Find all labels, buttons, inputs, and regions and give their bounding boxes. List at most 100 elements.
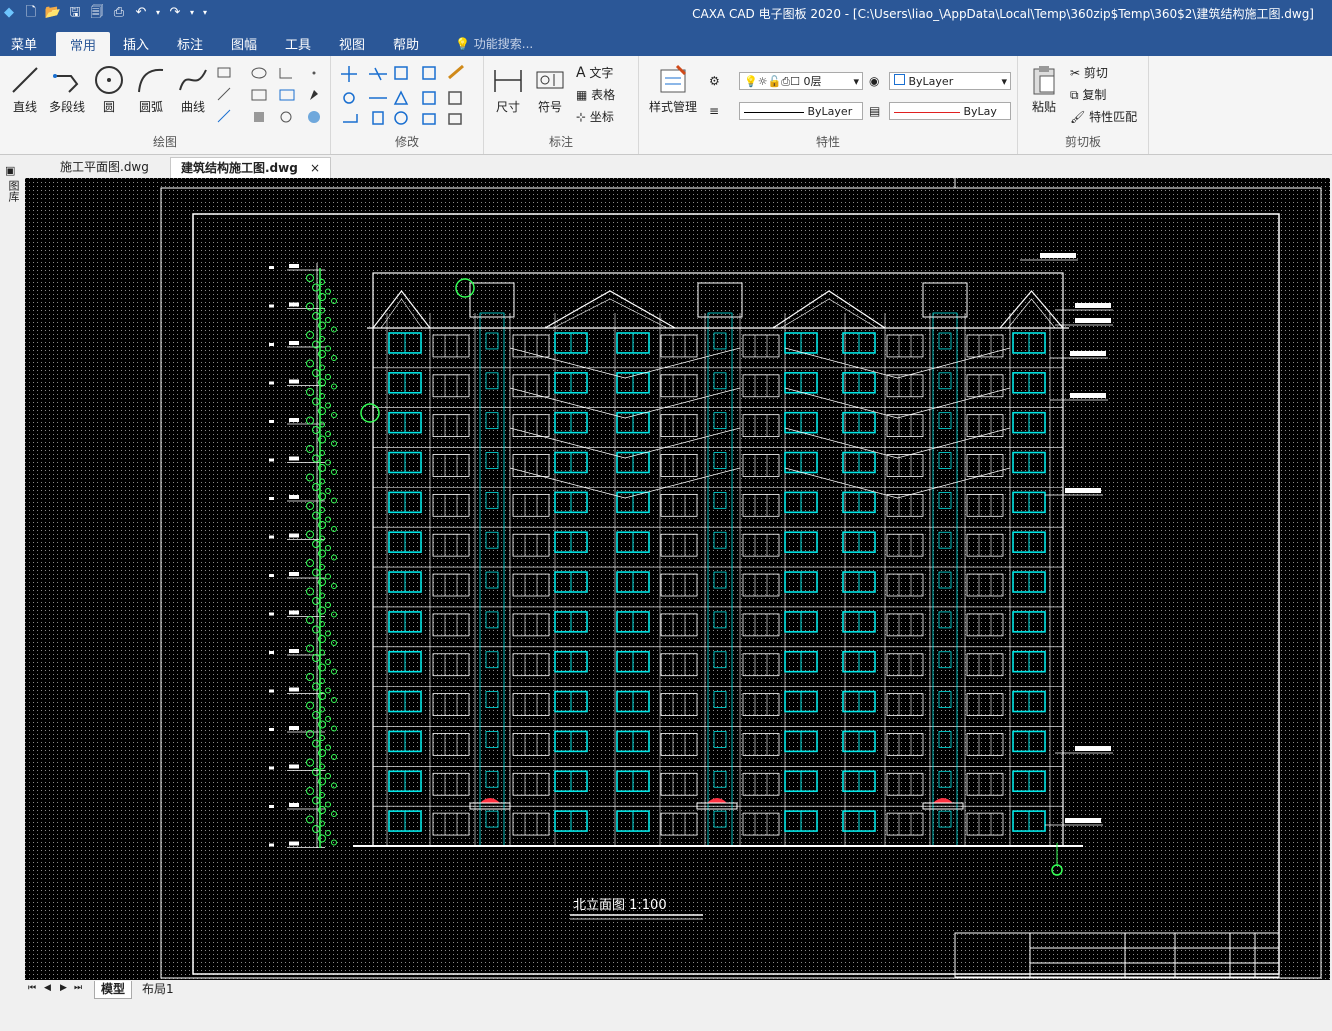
tab-site-plan-label: 施工平面图.dwg <box>60 160 149 174</box>
tab-site-plan[interactable]: 施工平面图.dwg <box>50 157 159 177</box>
app-icon[interactable]: ◆ <box>0 4 18 22</box>
text-button-label: 文字 <box>589 66 614 80</box>
color-value: ByLayer <box>908 75 954 88</box>
properties-group-label: 特性 <box>815 135 840 149</box>
paste-button-label: 粘贴 <box>1031 100 1056 114</box>
level-marker <box>269 343 274 346</box>
color-wheel-icon[interactable]: ◉ <box>869 74 879 88</box>
menu-main[interactable]: 菜单 <box>11 34 37 53</box>
print-icon[interactable]: ⎙ <box>110 4 128 22</box>
cut-button[interactable]: ✂ 剪切 <box>1070 64 1108 81</box>
title-bar: ◆ 🗋 📂 🖫 🗐 ⎙ ↶ ▾ ↷ ▾ ▾ CAXA CAD 电子图板 2020… <box>0 0 1332 28</box>
menu-tab-tools[interactable]: 工具 <box>285 34 311 53</box>
menu-tab-help[interactable]: 帮助 <box>393 34 419 53</box>
leader-label-block <box>1065 488 1101 493</box>
save-icon[interactable]: 🖫 <box>66 4 84 22</box>
linetype-value: ByLayer <box>807 105 853 118</box>
symbol-icon <box>536 71 564 89</box>
undo-dropdown-icon[interactable]: ▾ <box>154 4 162 22</box>
dimension-marker <box>289 456 299 461</box>
first-tab-icon[interactable]: ⏮ <box>28 983 36 993</box>
paste-icon <box>1033 66 1055 95</box>
coordinate-button[interactable]: ⊹ 坐标 <box>576 108 614 125</box>
level-marker <box>269 805 274 808</box>
redo-icon[interactable]: ↷ <box>166 4 184 22</box>
library-strip[interactable]: ▣ 图库 <box>0 160 22 980</box>
dimension-icon <box>494 70 522 92</box>
ribbon-group-modify: 修改 <box>331 56 484 154</box>
customize-qa-icon[interactable]: ▾ <box>200 4 210 22</box>
chevron-down-icon: ▾ <box>853 75 859 88</box>
style-manager-button[interactable]: 样式管理 <box>645 64 701 115</box>
prev-tab-icon[interactable]: ◀ <box>44 983 51 993</box>
menu-tab-view[interactable]: 视图 <box>339 34 365 53</box>
level-marker <box>269 689 274 693</box>
menu-tab-common[interactable]: 常用 <box>56 32 111 58</box>
last-tab-icon[interactable]: ⏭ <box>74 983 82 993</box>
level-marker <box>269 574 274 577</box>
redo-dropdown-icon[interactable]: ▾ <box>188 4 196 22</box>
paste-button[interactable]: 粘贴 <box>1026 64 1062 115</box>
modify-tools[interactable] <box>339 64 479 130</box>
menu-tab-insert[interactable]: 插入 <box>123 34 149 53</box>
copy-button[interactable]: ⧉ 复制 <box>1070 86 1106 103</box>
polyline-button[interactable]: 多段线 <box>46 64 88 115</box>
text-icon: A <box>576 65 586 81</box>
tab-structure-drawing[interactable]: 建筑结构施工图.dwg × <box>170 157 332 178</box>
new-file-icon[interactable]: 🗋 <box>22 4 40 22</box>
line-button[interactable]: 直线 <box>8 64 42 115</box>
style-manager-label: 样式管理 <box>648 100 697 114</box>
layer-select[interactable]: 💡☼🔓⎙☐ 0层 ▾ <box>739 72 863 90</box>
dimension-button[interactable]: 尺寸 <box>490 64 526 115</box>
close-icon[interactable]: × <box>310 161 320 175</box>
curve-icon <box>179 69 207 91</box>
dimension-marker <box>289 379 299 384</box>
tab-layout1[interactable]: 布局1 <box>136 981 180 998</box>
modify-group-label: 修改 <box>394 135 419 149</box>
level-marker <box>269 612 274 616</box>
circle-button[interactable]: 圆 <box>92 64 126 115</box>
linetype-select[interactable]: ByLayer <box>739 102 863 120</box>
tab-model[interactable]: 模型 <box>94 981 133 999</box>
polyline-button-label: 多段线 <box>48 100 85 114</box>
save-all-icon[interactable]: 🗐 <box>88 4 106 22</box>
match-properties-button[interactable]: 🖌 特性匹配 <box>1070 108 1137 125</box>
color-square-icon: ☐ <box>790 75 800 88</box>
symbol-button-label: 符号 <box>537 100 562 114</box>
open-folder-icon[interactable]: 📂 <box>44 4 62 22</box>
menu-tab-sheet[interactable]: 图幅 <box>231 34 257 53</box>
text-button[interactable]: A 文字 <box>576 64 613 81</box>
menu-tab-annotate[interactable]: 标注 <box>177 34 203 53</box>
color-select[interactable]: ByLayer ▾ <box>889 72 1011 90</box>
dimension-marker <box>289 803 299 807</box>
line-sample-icon <box>744 111 804 113</box>
ribbon: 直线 多段线 圆 圆弧 曲线 绘图 修改 尺寸 符号 A 文字 ▦ 表格 ⊹ 坐… <box>0 56 1332 155</box>
ribbon-group-properties: 样式管理 ⚙ 💡☼🔓⎙☐ 0层 ▾ ◉ ByLayer ▾ ≡ ByLayer … <box>639 56 1018 154</box>
library-label: 图库 <box>7 180 20 202</box>
feature-search[interactable]: 💡 功能搜索... <box>455 35 533 52</box>
dimension-marker <box>289 687 299 692</box>
lightbulb-icon: 💡 <box>744 75 758 88</box>
drawing-caption: 北立面图 1:100 <box>573 898 667 913</box>
lineweight-select[interactable]: ByLay <box>889 102 1011 120</box>
leader-label-block <box>1075 303 1111 308</box>
linetype-icon[interactable]: ≡ <box>709 104 719 118</box>
arc-button[interactable]: 圆弧 <box>134 64 168 115</box>
drawing-canvas[interactable]: 北立面图 1:100 <box>25 178 1330 980</box>
window-title: CAXA CAD 电子图板 2020 - [C:\Users\liao_\App… <box>692 7 1314 21</box>
draw-small-tools[interactable] <box>214 64 326 132</box>
table-button[interactable]: ▦ 表格 <box>576 86 615 103</box>
clipboard-group-label: 剪切板 <box>1064 135 1101 149</box>
tab-structure-drawing-label: 建筑结构施工图.dwg <box>181 161 298 175</box>
ribbon-group-draw: 直线 多段线 圆 圆弧 曲线 绘图 <box>0 56 331 154</box>
quick-access-toolbar: ◆ 🗋 📂 🖫 🗐 ⎙ ↶ ▾ ↷ ▾ ▾ <box>0 4 210 22</box>
undo-icon[interactable]: ↶ <box>132 4 150 22</box>
curve-button[interactable]: 曲线 <box>176 64 210 115</box>
next-tab-icon[interactable]: ▶ <box>60 983 67 993</box>
lineweight-icon[interactable]: ▤ <box>869 104 880 118</box>
dimension-marker <box>289 841 299 846</box>
level-marker <box>269 420 274 423</box>
color-swatch-icon <box>894 74 905 85</box>
layer-manager-icon[interactable]: ⚙ <box>709 74 720 88</box>
symbol-button[interactable]: 符号 <box>532 64 568 115</box>
